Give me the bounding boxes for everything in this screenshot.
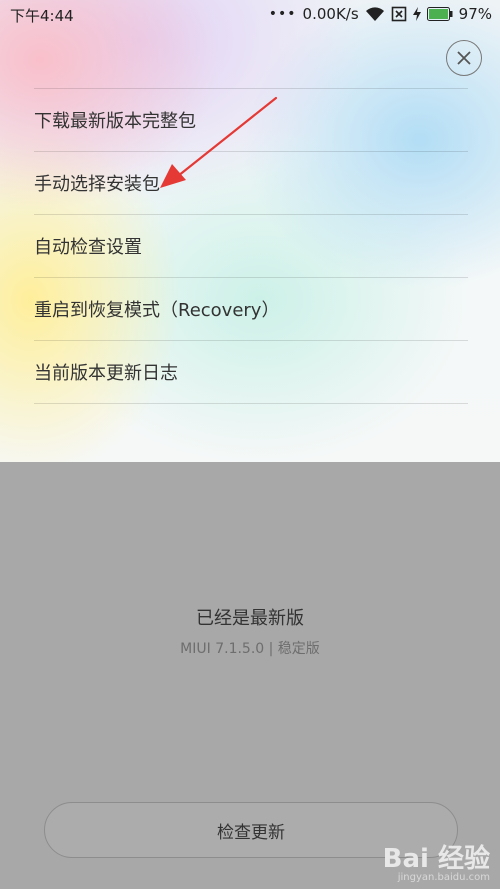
annotation-arrow-icon (160, 96, 278, 188)
battery-icon (426, 7, 453, 21)
close-icon (457, 51, 471, 65)
check-update-label: 检查更新 (217, 822, 285, 843)
charging-icon (412, 7, 421, 21)
no-sim-icon (391, 6, 407, 22)
menu-item-reboot-recovery[interactable]: 重启到恢复模式（Recovery） (34, 278, 468, 341)
version-status: 已经是最新版 (196, 608, 304, 629)
battery-level: 97% (458, 5, 492, 23)
menu-item-label: 当前版本更新日志 (34, 363, 178, 384)
menu-item-label: 手动选择安装包 (34, 174, 160, 195)
status-time: 下午4:44 (10, 7, 74, 25)
menu-item-auto-check-settings[interactable]: 自动检查设置 (34, 215, 468, 278)
baidu-watermark: Bai 经验 jingyan.baidu.com (383, 846, 490, 883)
version-number: MIUI 7.1.5.0 | 稳定版 (180, 641, 320, 657)
network-speed: 0.00K/s (302, 5, 359, 23)
status-bar: 下午4:44 ••• 0.00K/s 97% (0, 0, 500, 28)
close-button[interactable] (446, 40, 482, 76)
version-info: 已经是最新版 MIUI 7.1.5.0 | 稳定版 (0, 604, 500, 658)
more-dots-icon: ••• (268, 6, 297, 22)
menu-item-label: 重启到恢复模式（Recovery） (34, 300, 280, 321)
menu-item-changelog[interactable]: 当前版本更新日志 (34, 341, 468, 404)
status-indicators: ••• 0.00K/s 97% (269, 5, 492, 23)
menu-item-label: 自动检查设置 (34, 237, 142, 258)
wifi-icon (365, 6, 385, 22)
watermark-url: jingyan.baidu.com (397, 872, 490, 883)
baidu-logo: Bai 经验 (382, 844, 490, 874)
